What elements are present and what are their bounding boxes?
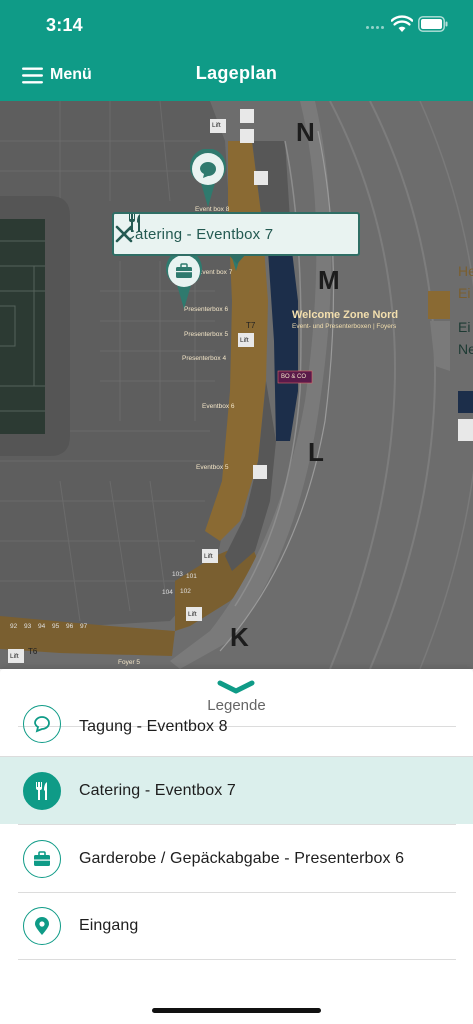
map-label-presenterbox-4: Presenterbox 4: [182, 355, 227, 362]
welcome-zone-subtitle: Event- und Presenterboxen | Foyers: [292, 323, 397, 330]
map-label-eventbox-6: Eventbox 6: [202, 403, 235, 410]
map-pin-tagung[interactable]: [188, 149, 228, 207]
stadium-map-drawing: [0, 101, 473, 669]
seat-block-label: 95: [52, 623, 60, 630]
seat-block-label: 92: [10, 623, 18, 630]
map-label-foyer-5: Foyer 5: [118, 659, 141, 666]
welcome-zone-title: Welcome Zone Nord: [292, 309, 399, 321]
briefcase-icon: [23, 839, 61, 878]
map-callout[interactable]: Catering - Eventbox 7: [112, 212, 360, 264]
seat-block-label: 102: [180, 588, 191, 595]
callout-label: Catering - Eventbox 7: [124, 225, 274, 243]
speech-bubble-icon: [23, 705, 61, 743]
legend-item-label: Tagung - Eventbox 8: [79, 718, 228, 735]
map-label-t7: T7: [246, 321, 256, 330]
sector-n-label: N: [296, 117, 315, 147]
cellular-signal-icon: [366, 26, 384, 29]
app-header: 3:14 Menü Lageplan: [0, 0, 473, 101]
map-label-lift: Lift: [204, 553, 213, 560]
map-label-eventbox-5: Eventbox 5: [196, 464, 229, 471]
sector-m-label: M: [318, 265, 340, 295]
seat-block-label: 101: [186, 573, 197, 580]
seat-block-label: 104: [162, 589, 173, 596]
legend-item-label: Garderobe / Gepäckabgabe - Presenterbox …: [79, 849, 405, 867]
wifi-icon: [391, 15, 413, 32]
map-label-lift: Lift: [188, 611, 197, 618]
legend-item-catering[interactable]: Catering - Eventbox 7: [0, 756, 473, 824]
map-label-presenterbox-5: Presenterbox 5: [184, 331, 229, 338]
map-side-text: Ei: [458, 285, 471, 301]
map-pin-garderobe[interactable]: [164, 251, 204, 309]
battery-icon: [418, 16, 448, 32]
page-title: Lageplan: [195, 63, 278, 83]
map-side-text: Ei: [458, 319, 471, 335]
legend-item-label: Catering - Eventbox 7: [79, 781, 236, 799]
seat-block-label: 96: [66, 623, 74, 630]
chevron-down-icon[interactable]: [216, 679, 256, 695]
status-time: 3:14: [46, 15, 83, 35]
map-label-lift: Lift: [212, 122, 221, 129]
map-label-bo-co: BO & CO: [281, 374, 307, 380]
seat-block-label: 94: [38, 623, 46, 630]
location-pin-icon: [23, 907, 61, 945]
close-icon[interactable]: [114, 224, 134, 244]
seat-block-label: 103: [172, 571, 183, 578]
stadium-map[interactable]: N M L K Lift Lift Lift Lift Lift Event b…: [0, 101, 473, 669]
legend-sheet: Legende Tagung - Eventbox 8 Catering - E…: [0, 669, 473, 1024]
sector-l-label: L: [308, 437, 324, 467]
map-label-lift: Lift: [240, 337, 249, 344]
legend-item-garderobe[interactable]: Garderobe / Gepäckabgabe - Presenterbox …: [18, 824, 456, 892]
map-side-text: Ne: [458, 341, 473, 357]
map-side-text: He: [458, 263, 473, 279]
legend-list: Tagung - Eventbox 8 Catering - Eventbox …: [0, 705, 473, 960]
seat-block-label: 97: [80, 623, 88, 630]
legend-item-label: Eingang: [79, 917, 139, 934]
map-label-t6: T6: [28, 647, 38, 656]
seat-block-label: 93: [24, 623, 32, 630]
legend-title: Legende: [207, 697, 266, 714]
map-label-lift: Lift: [10, 653, 19, 660]
legend-item-eingang[interactable]: Eingang: [18, 892, 456, 960]
sector-k-label: K: [230, 622, 249, 652]
legend-item-tagung[interactable]: Tagung - Eventbox 8: [18, 705, 456, 756]
fork-knife-icon: [23, 771, 61, 810]
home-indicator[interactable]: [152, 1008, 321, 1013]
